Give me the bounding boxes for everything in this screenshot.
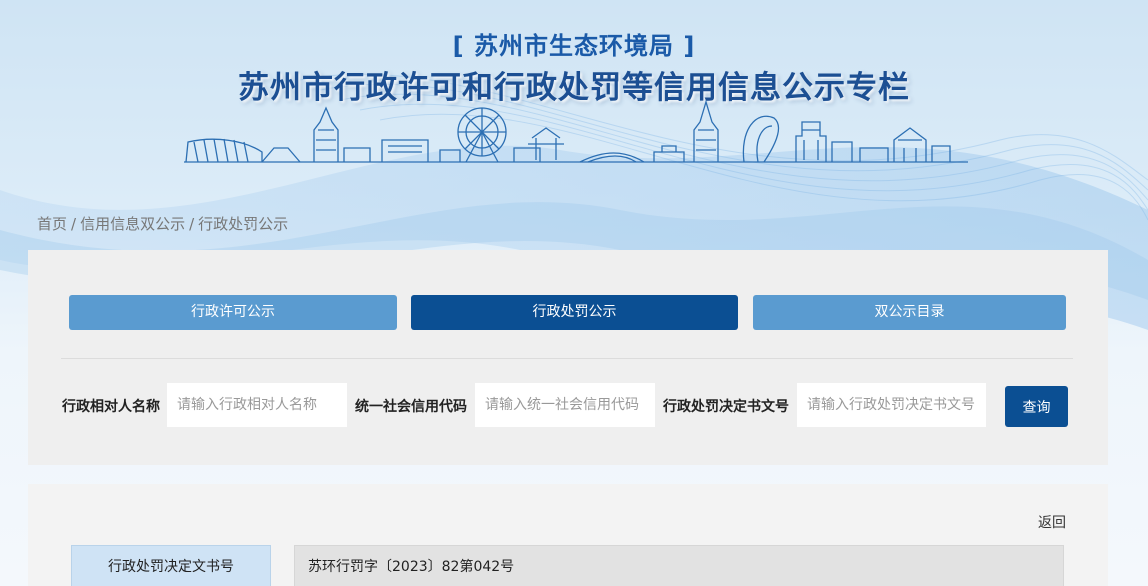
breadcrumb: 首页 / 信用信息双公示 / 行政处罚公示: [37, 213, 288, 234]
breadcrumb-section-link[interactable]: 信用信息双公示: [80, 215, 185, 233]
panel-divider: [61, 358, 1073, 359]
breadcrumb-current: 行政处罚公示: [198, 215, 289, 233]
back-link[interactable]: 返回: [1038, 512, 1066, 532]
credit-code-label: 统一社会信用代码: [355, 399, 467, 415]
tab-dual-directory[interactable]: 双公示目录: [753, 295, 1066, 330]
decision-doc-no-label: 行政处罚决定书文号: [663, 399, 789, 415]
penalty-detail-panel: 返回 行政处罚决定文书号 苏环行罚字〔2023〕82第042号: [28, 484, 1108, 586]
party-name-input[interactable]: [167, 383, 347, 427]
tab-admin-license[interactable]: 行政许可公示: [69, 295, 397, 330]
decision-doc-no-input[interactable]: [797, 383, 986, 427]
breadcrumb-separator: /: [189, 215, 195, 233]
credit-code-input[interactable]: [475, 383, 655, 427]
tab-admin-penalty[interactable]: 行政处罚公示: [411, 295, 738, 330]
agency-name: [ 苏州市生态环境局 ]: [452, 32, 696, 60]
search-panel: 行政许可公示 行政处罚公示 双公示目录 行政相对人名称 统一社会信用代码 行政处…: [28, 250, 1108, 465]
query-button[interactable]: 查询: [1005, 386, 1068, 427]
page-header: [ 苏州市生态环境局 ] 苏州市行政许可和行政处罚等信用信息公示专栏: [0, 0, 1148, 200]
detail-row-label: 行政处罚决定文书号: [71, 545, 271, 586]
party-name-label: 行政相对人名称: [62, 399, 160, 415]
breadcrumb-separator: /: [71, 215, 77, 233]
breadcrumb-home-link[interactable]: 首页: [37, 215, 67, 233]
detail-row-value: 苏环行罚字〔2023〕82第042号: [294, 545, 1064, 586]
city-skyline-illustration: [184, 100, 968, 163]
